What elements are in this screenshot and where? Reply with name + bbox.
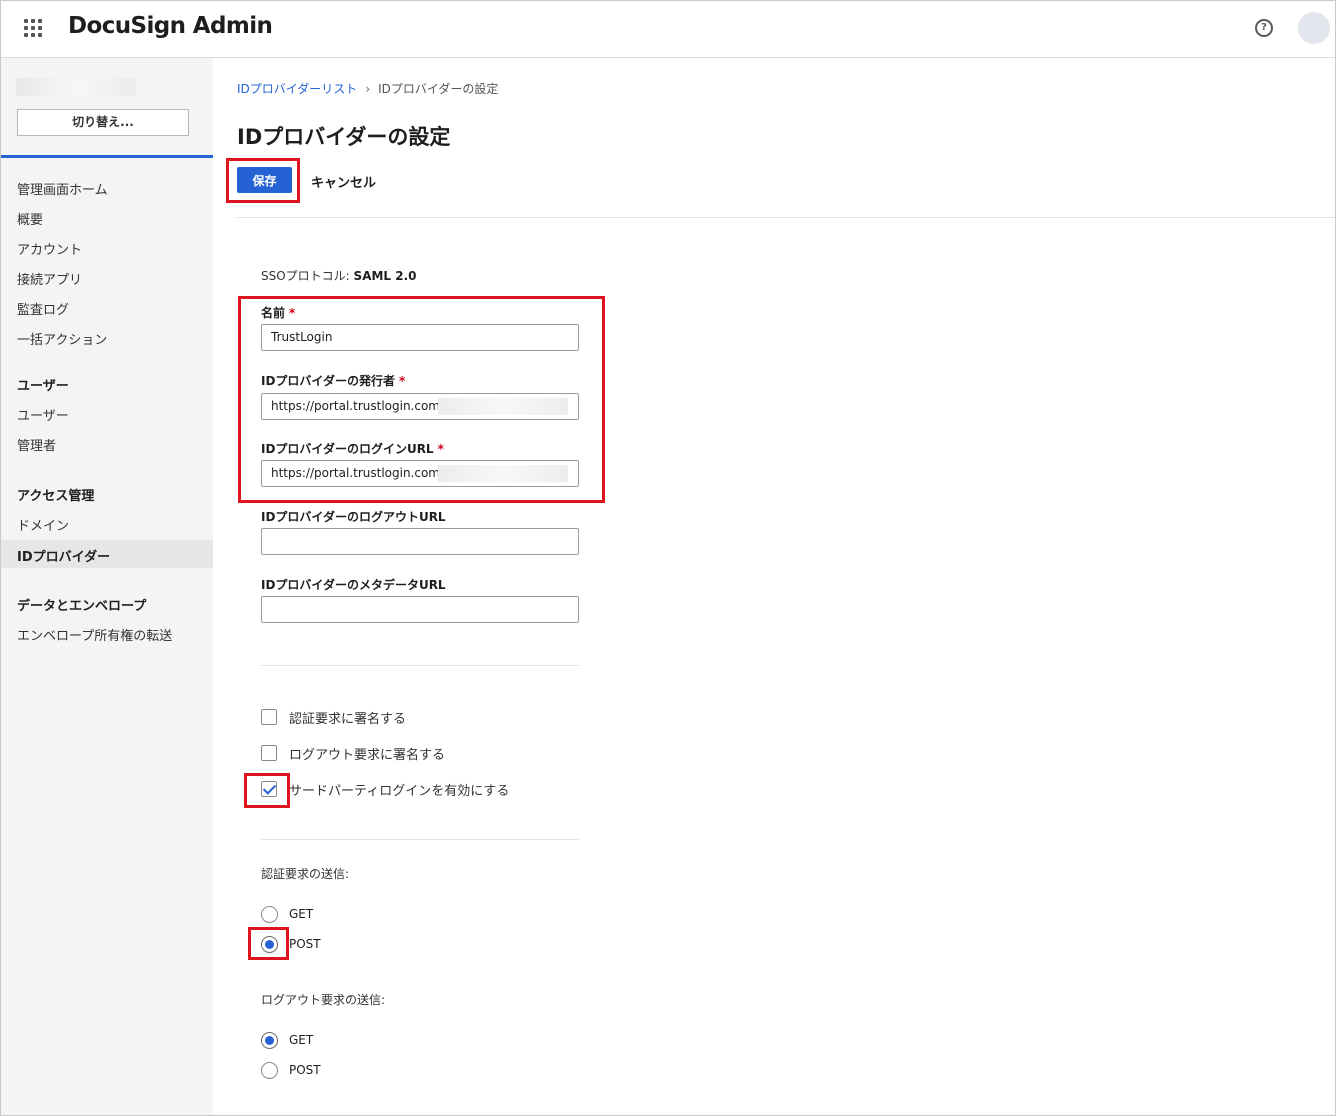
breadcrumb-current: IDプロバイダーの設定	[378, 82, 499, 96]
breadcrumb-parent-link[interactable]: IDプロバイダーリスト	[237, 82, 357, 96]
logout-send-post-radio[interactable]	[261, 1062, 278, 1079]
sidebar: ・・・・ 切り替え... 管理画面ホーム 概要 アカウント 接続アプリ 監査ログ…	[0, 58, 213, 1116]
sidebar-item-audit-logs[interactable]: 監査ログ	[17, 299, 69, 318]
account-name: ・・・・	[16, 78, 136, 96]
logout-send-get-label: GET	[289, 1033, 314, 1047]
required-mark: *	[398, 374, 406, 388]
sidebar-item-label: IDプロバイダー	[17, 550, 111, 565]
sidebar-item-connected-apps[interactable]: 接続アプリ	[17, 269, 82, 288]
sidebar-item-domains[interactable]: ドメイン	[17, 515, 69, 534]
page-title: IDプロバイダーの設定	[237, 125, 451, 149]
sign-auth-request-label: 認証要求に署名する	[289, 712, 407, 727]
switch-account-button[interactable]: 切り替え...	[17, 109, 189, 136]
cancel-button[interactable]: キャンセル	[311, 172, 376, 191]
help-icon[interactable]: ?	[1255, 19, 1273, 37]
sidebar-item-envelope-transfer[interactable]: エンベロープ所有権の転送	[17, 625, 172, 644]
header-divider	[237, 217, 1336, 218]
brand-logo[interactable]: DocuSign Admin	[68, 13, 273, 39]
logout-send-post-label: POST	[289, 1063, 321, 1077]
app-launcher-icon[interactable]	[24, 19, 42, 37]
sso-protocol-value: SAML 2.0	[353, 269, 417, 283]
logout-request-send-label: ログアウト要求の送信:	[261, 993, 386, 1007]
sso-protocol: SSOプロトコル: SAML 2.0	[261, 267, 417, 284]
sidebar-item-administrators[interactable]: 管理者	[17, 435, 56, 454]
sidebar-item-overview[interactable]: 概要	[17, 209, 43, 228]
issuer-label: IDプロバイダーの発行者 *	[261, 374, 406, 388]
section-divider	[261, 665, 579, 666]
third-party-login-label: サードパーティログインを有効にする	[289, 784, 510, 799]
login-url-field[interactable]: https://portal.trustlogin.com/	[261, 460, 579, 487]
name-label: 名前 *	[261, 306, 296, 320]
section-divider	[261, 839, 579, 840]
third-party-login-checkbox[interactable]	[261, 781, 277, 797]
auth-send-get-radio[interactable]	[261, 906, 278, 923]
auth-request-send-label: 認証要求の送信:	[261, 867, 350, 881]
required-mark: *	[289, 306, 296, 320]
sso-protocol-label: SSOプロトコル:	[261, 269, 354, 283]
auth-send-post-radio[interactable]	[261, 936, 278, 953]
breadcrumb: IDプロバイダーリスト › IDプロバイダーの設定	[237, 80, 498, 97]
save-button[interactable]: 保存	[237, 167, 292, 193]
sidebar-item-users[interactable]: ユーザー	[17, 405, 69, 424]
sign-auth-request-checkbox[interactable]	[261, 709, 277, 725]
avatar[interactable]	[1298, 12, 1330, 44]
auth-send-get-label: GET	[289, 907, 314, 921]
login-url-label: IDプロバイダーのログインURL *	[261, 442, 444, 456]
sidebar-section-users: ユーザー	[17, 379, 69, 394]
logout-send-get-radio[interactable]	[261, 1032, 278, 1049]
top-bar: DocuSign Admin ?	[0, 0, 1336, 58]
sidebar-item-identity-providers[interactable]: IDプロバイダー	[0, 540, 213, 568]
auth-send-post-label: POST	[289, 937, 321, 951]
name-field[interactable]: TrustLogin	[261, 324, 579, 351]
sign-logout-request-checkbox[interactable]	[261, 745, 277, 761]
required-mark: *	[437, 442, 444, 456]
sidebar-section-data: データとエンベロープ	[17, 599, 147, 614]
metadata-url-field[interactable]	[261, 596, 579, 623]
issuer-field[interactable]: https://portal.trustlogin.com/	[261, 393, 579, 420]
redacted-text	[438, 398, 568, 415]
sidebar-divider	[0, 155, 213, 158]
breadcrumb-separator: ›	[365, 82, 371, 96]
sidebar-section-access: アクセス管理	[17, 489, 95, 504]
sidebar-item-admin-home[interactable]: 管理画面ホーム	[17, 179, 108, 198]
redacted-text	[438, 465, 568, 482]
logout-url-field[interactable]	[261, 528, 579, 555]
metadata-url-label: IDプロバイダーのメタデータURL	[261, 578, 446, 592]
logout-url-label: IDプロバイダーのログアウトURL	[261, 510, 446, 524]
sign-logout-request-label: ログアウト要求に署名する	[289, 748, 446, 763]
sidebar-item-accounts[interactable]: アカウント	[17, 239, 82, 258]
sidebar-item-bulk-actions[interactable]: 一括アクション	[17, 329, 107, 348]
